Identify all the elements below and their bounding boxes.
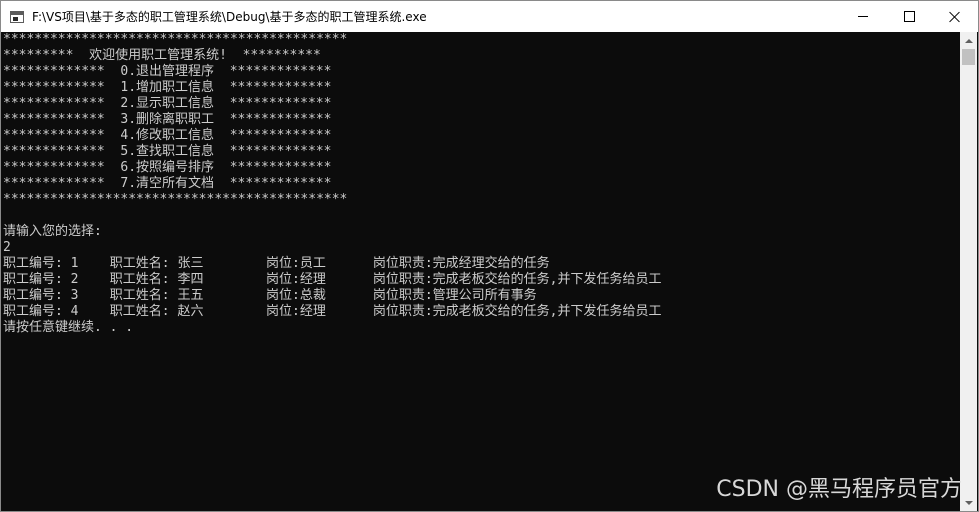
console-line: ************* 1.增加职工信息 ************* (3, 80, 332, 95)
console-output[interactable]: ****************************************… (1, 32, 961, 511)
console-line: 请输入您的选择: (3, 224, 102, 239)
console-line: 职工编号: 2 职工姓名: 李四 岗位:经理 岗位职责:完成老板交给的任务,并下… (3, 272, 662, 287)
console-line: ************* 5.查找职工信息 ************* (3, 144, 332, 159)
console-text: ****************************************… (1, 32, 961, 336)
maximize-icon (903, 11, 915, 22)
minimize-button[interactable] (840, 1, 886, 32)
console-line: 职工编号: 4 职工姓名: 赵六 岗位:经理 岗位职责:完成老板交给的任务,并下… (3, 304, 662, 319)
console-line: ************* 2.显示职工信息 ************* (3, 96, 332, 111)
vertical-scrollbar[interactable] (960, 32, 977, 511)
minimize-icon (858, 16, 868, 17)
arrow-down-icon (964, 500, 973, 505)
title-bar[interactable]: F:\VS项目\基于多态的职工管理系统\Debug\基于多态的职工管理系统.ex… (1, 1, 978, 32)
console-app-icon[interactable] (10, 10, 24, 23)
console-line: ************* 4.修改职工信息 ************* (3, 128, 332, 143)
scroll-down-button[interactable] (960, 494, 977, 511)
console-line: ************* 6.按照编号排序 ************* (3, 160, 332, 175)
window-controls (840, 1, 978, 32)
close-button[interactable] (932, 1, 978, 32)
console-line: 2 (3, 240, 11, 255)
console-line: 请按任意键继续. . . (3, 320, 134, 335)
console-line: ********* 欢迎使用职工管理系统! ********** (3, 48, 321, 63)
window-title: F:\VS项目\基于多态的职工管理系统\Debug\基于多态的职工管理系统.ex… (32, 10, 427, 24)
console-line: 职工编号: 3 职工姓名: 王五 岗位:总裁 岗位职责:管理公司所有事务 (3, 288, 537, 303)
console-line: ************* 3.删除离职职工 ************* (3, 112, 332, 127)
console-line: ****************************************… (3, 32, 348, 47)
console-line: ************* 0.退出管理程序 ************* (3, 64, 332, 79)
scroll-thumb[interactable] (962, 49, 975, 65)
close-icon (949, 11, 961, 23)
scroll-up-button[interactable] (960, 32, 977, 49)
arrow-up-icon (964, 38, 973, 43)
console-line: ****************************************… (3, 192, 348, 207)
csdn-watermark: CSDN @黑马程序员官方 (716, 477, 962, 502)
console-line: ************* 7.清空所有文档 ************* (3, 176, 332, 191)
console-window: F:\VS项目\基于多态的职工管理系统\Debug\基于多态的职工管理系统.ex… (0, 0, 979, 512)
console-line: 职工编号: 1 职工姓名: 张三 岗位:员工 岗位职责:完成经理交给的任务 (3, 256, 550, 271)
maximize-button[interactable] (886, 1, 932, 32)
